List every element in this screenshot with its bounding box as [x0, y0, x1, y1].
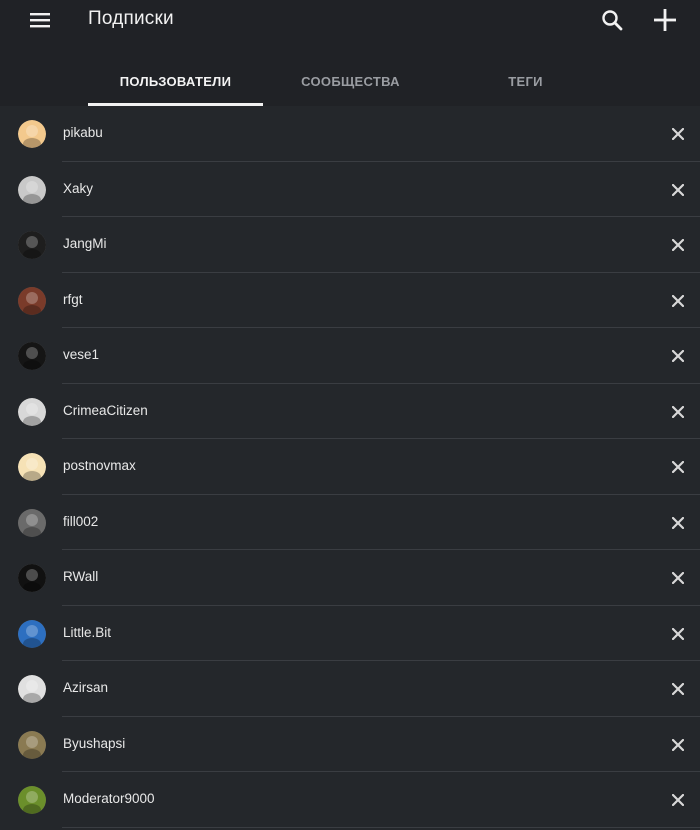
- list-item[interactable]: postnovmax: [0, 439, 700, 495]
- unsubscribe-button[interactable]: [668, 568, 688, 588]
- page-title: Подписки: [88, 8, 174, 29]
- unsubscribe-button[interactable]: [668, 124, 688, 144]
- list-item[interactable]: Little.Bit: [0, 606, 700, 662]
- unsubscribe-button[interactable]: [668, 457, 688, 477]
- unsubscribe-button[interactable]: [668, 735, 688, 755]
- avatar[interactable]: [18, 786, 46, 814]
- avatar[interactable]: [18, 397, 46, 426]
- list-item[interactable]: CrimeaCitizen: [0, 384, 700, 440]
- avatar[interactable]: [18, 342, 46, 370]
- hamburger-menu-icon: [30, 13, 50, 28]
- username[interactable]: Byushapsi: [63, 736, 125, 751]
- close-icon: [672, 794, 684, 806]
- tab-users[interactable]: ПОЛЬЗОВАТЕЛИ: [88, 56, 263, 106]
- avatar[interactable]: [18, 730, 46, 759]
- unsubscribe-button[interactable]: [668, 402, 688, 422]
- list-item[interactable]: rfgt: [0, 273, 700, 329]
- unsubscribe-button[interactable]: [668, 624, 688, 644]
- list-item[interactable]: JangMi: [0, 217, 700, 273]
- top-app-bar: Подписки ПОЛЬЗОВАТЕЛИ СООБЩЕСТВА ТЕГИ: [0, 0, 700, 106]
- username[interactable]: rfgt: [63, 292, 83, 307]
- close-icon: [672, 461, 684, 473]
- close-icon: [672, 405, 684, 418]
- username[interactable]: Little.Bit: [63, 625, 111, 640]
- username[interactable]: RWall: [63, 569, 98, 584]
- username[interactable]: Azirsan: [63, 680, 108, 695]
- username[interactable]: Xaky: [63, 181, 93, 196]
- close-icon: [672, 350, 684, 362]
- list-item[interactable]: Xaky: [0, 162, 700, 218]
- list-item[interactable]: Moderator9000: [0, 772, 700, 828]
- unsubscribe-button[interactable]: [668, 346, 688, 366]
- avatar[interactable]: [18, 564, 46, 592]
- username[interactable]: CrimeaCitizen: [63, 403, 148, 418]
- close-icon: [672, 239, 684, 251]
- search-button[interactable]: [596, 4, 628, 36]
- unsubscribe-button[interactable]: [668, 679, 688, 699]
- unsubscribe-button[interactable]: [668, 291, 688, 311]
- username[interactable]: vese1: [63, 347, 99, 362]
- avatar[interactable]: [18, 508, 46, 537]
- list-item[interactable]: Azirsan: [0, 661, 700, 717]
- tab-bar: ПОЛЬЗОВАТЕЛИ СООБЩЕСТВА ТЕГИ: [88, 56, 613, 106]
- list-item[interactable]: vese1: [0, 328, 700, 384]
- add-subscription-button[interactable]: [648, 3, 682, 37]
- list-item[interactable]: Byushapsi: [0, 717, 700, 773]
- username[interactable]: postnovmax: [63, 458, 136, 473]
- username[interactable]: JangMi: [63, 236, 107, 251]
- avatar[interactable]: [18, 286, 46, 315]
- tab-communities[interactable]: СООБЩЕСТВА: [263, 56, 438, 106]
- unsubscribe-button[interactable]: [668, 513, 688, 533]
- search-icon: [602, 10, 623, 31]
- subscriptions-screen: Подписки ПОЛЬЗОВАТЕЛИ СООБЩЕСТВА ТЕГИ pi…: [0, 0, 700, 830]
- close-icon: [672, 183, 684, 196]
- close-icon: [672, 738, 684, 751]
- tab-tags[interactable]: ТЕГИ: [438, 56, 613, 106]
- avatar[interactable]: [18, 120, 46, 148]
- subscriptions-list: pikabu Xaky JangMi rfgt vese1 CrimeaCitizen po…: [0, 106, 700, 828]
- close-icon: [672, 627, 684, 640]
- close-icon: [672, 128, 684, 140]
- unsubscribe-button[interactable]: [668, 180, 688, 200]
- avatar[interactable]: [18, 619, 46, 648]
- list-item[interactable]: pikabu: [0, 106, 700, 162]
- avatar[interactable]: [18, 231, 46, 259]
- close-icon: [672, 294, 684, 307]
- username[interactable]: pikabu: [63, 125, 103, 140]
- list-item[interactable]: RWall: [0, 550, 700, 606]
- avatar[interactable]: [18, 453, 46, 481]
- unsubscribe-button[interactable]: [668, 235, 688, 255]
- avatar[interactable]: [18, 175, 46, 204]
- unsubscribe-button[interactable]: [668, 790, 688, 810]
- username[interactable]: Moderator9000: [63, 791, 155, 806]
- list-item[interactable]: fill002: [0, 495, 700, 551]
- avatar[interactable]: [18, 675, 46, 703]
- username[interactable]: fill002: [63, 514, 98, 529]
- menu-button[interactable]: [22, 4, 58, 36]
- plus-icon: [654, 9, 676, 31]
- close-icon: [672, 683, 684, 695]
- close-icon: [672, 572, 684, 584]
- close-icon: [672, 516, 684, 529]
